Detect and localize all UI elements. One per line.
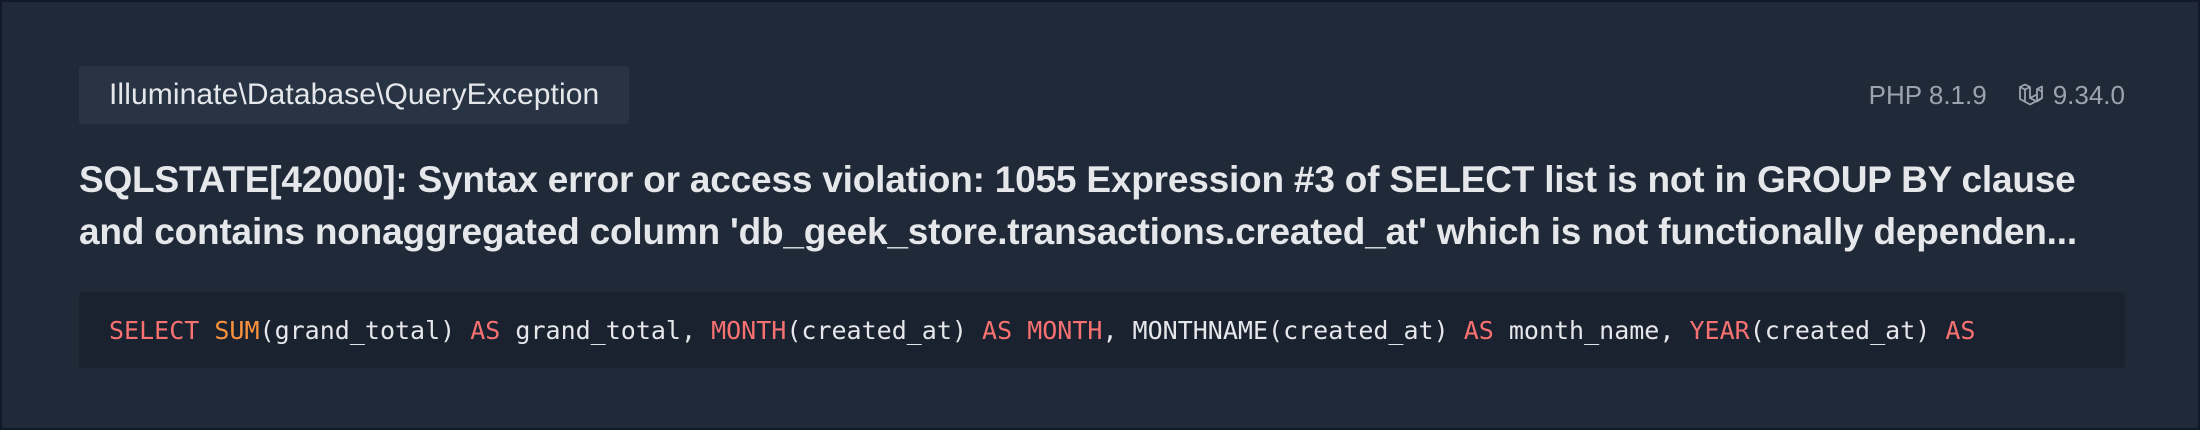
sql-token-function: SUM xyxy=(214,315,260,345)
framework-version: 9.34.0 xyxy=(2052,79,2125,110)
sql-token-keyword: SELECT xyxy=(109,315,200,345)
sql-token-text xyxy=(1012,316,1027,345)
laravel-icon xyxy=(2017,81,2045,109)
sql-token-text: (grand_total) xyxy=(259,315,471,345)
sql-token-keyword: AS xyxy=(982,315,1013,345)
sql-query-box[interactable]: SELECT SUM(grand_total) AS grand_total, … xyxy=(79,292,2125,368)
error-page: Illuminate\Database\QueryException PHP 8… xyxy=(0,0,2200,430)
sql-token-keyword: AS xyxy=(1945,315,1976,345)
sql-token-keyword: MONTH xyxy=(1027,315,1103,345)
sql-token-keyword: AS xyxy=(1463,315,1494,345)
sql-token-text: month_name, xyxy=(1493,315,1690,345)
sql-token-keyword: MONTH xyxy=(711,315,787,345)
sql-token-text xyxy=(199,316,214,345)
sql-token-text: grand_total, xyxy=(500,315,712,345)
exception-message: SQLSTATE[42000]: Syntax error or access … xyxy=(79,154,2125,258)
exception-message-line-1: SQLSTATE[42000]: Syntax error or access … xyxy=(79,159,2076,200)
sql-token-text: , MONTHNAME(created_at) xyxy=(1102,315,1464,345)
php-version: PHP 8.1.9 xyxy=(1868,79,1987,110)
environment-info: PHP 8.1.9 9.34.0 xyxy=(1869,66,2125,124)
sql-overflow-fade xyxy=(2005,292,2125,368)
sql-token-keyword: AS xyxy=(470,315,501,345)
sql-token-text: (created_at) xyxy=(1749,315,1946,345)
exception-class-name: Illuminate\Database\QueryException xyxy=(79,66,630,124)
exception-header: Illuminate\Database\QueryException PHP 8… xyxy=(79,66,2125,126)
framework-version-badge: 9.34.0 xyxy=(2017,80,2125,111)
exception-message-line-2: and contains nonaggregated column 'db_ge… xyxy=(79,211,2077,252)
sql-token-keyword: YEAR xyxy=(1689,315,1750,345)
sql-token-text: (created_at) xyxy=(786,315,983,345)
sql-query-code: SELECT SUM(grand_total) AS grand_total, … xyxy=(109,316,1975,345)
